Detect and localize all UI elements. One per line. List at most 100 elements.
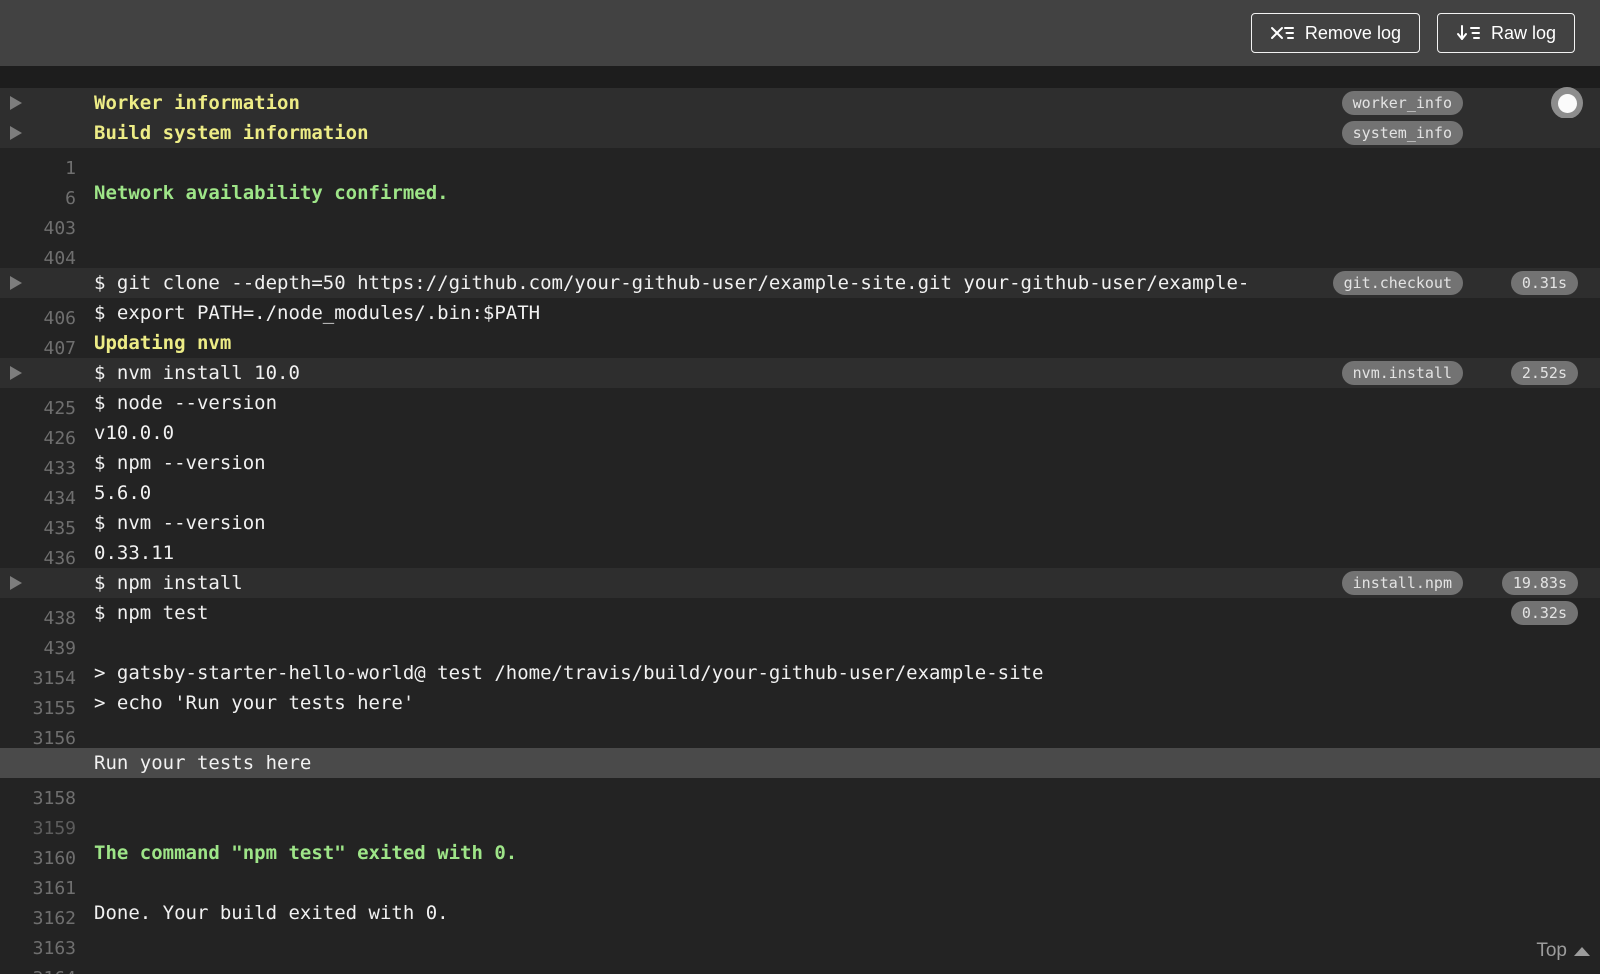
log-line: 3158 (0, 718, 1600, 809)
log-line: 1 Worker information worker_info (0, 87, 1600, 179)
log-line: 3155 (0, 628, 1600, 719)
log-line-text: > gatsby-starter-hello-world@ test /home… (94, 662, 1044, 684)
log-line-text: $ node --version (94, 392, 278, 414)
log-line: 3157 > echo 'Run your tests here' (0, 688, 1600, 779)
log-line-text: Network availability confirmed. (94, 182, 449, 204)
log-line: 3156 > gatsby-starter-hello-world@ test … (0, 658, 1600, 749)
log-line-text: $ npm --version (94, 452, 266, 474)
fold-name-badge: worker_info (1341, 91, 1463, 115)
log-line: 403 (0, 148, 1600, 239)
log-line: 3161 (0, 808, 1600, 899)
log-line-text: Updating nvm (94, 332, 232, 354)
log-line: 433 $ node --version (0, 388, 1600, 479)
log-line-gutter: 404 (0, 178, 76, 269)
scroll-to-top-link[interactable]: Top (1536, 940, 1590, 962)
fold-name-badge: git.checkout (1332, 271, 1463, 295)
log-line-text: $ export PATH=./node_modules/.bin:$PATH (94, 302, 541, 324)
log-line-gutter: 3162 (0, 838, 76, 929)
log-line-gutter: 3160 (0, 778, 76, 869)
log-line-gutter: 3161 (0, 808, 76, 899)
log-line-gutter: 3156 (0, 658, 76, 749)
log-line: 3154 $ npm test 0.32s (0, 598, 1600, 689)
log-line: 407 $ git clone --depth=50 https://githu… (0, 268, 1600, 359)
log-line: 3159 Run your tests here (0, 748, 1600, 839)
remove-log-button[interactable]: Remove log (1250, 13, 1420, 53)
log-line: 438 0.33.11 (0, 538, 1600, 629)
log-line-gutter: 426 (0, 358, 76, 449)
top-link-label: Top (1536, 940, 1567, 961)
fold-toggle-icon[interactable] (10, 276, 22, 290)
log-line: 3160 (0, 778, 1600, 869)
log-line-gutter: 3157 (0, 688, 76, 779)
log-line-gutter: 3159 (0, 748, 76, 839)
log-line-text: Run your tests here (94, 752, 312, 774)
fold-toggle-icon[interactable] (10, 576, 22, 590)
fold-name-badge: system_info (1341, 121, 1463, 145)
log-line: 436 5.6.0 (0, 478, 1600, 569)
fold-toggle-icon[interactable] (10, 126, 22, 140)
triangle-up-icon (1574, 946, 1590, 956)
fold-toggle-icon[interactable] (10, 366, 22, 380)
remove-log-icon (1270, 24, 1294, 42)
duration-badge: 0.32s (1510, 601, 1578, 625)
log-line-gutter: 3164 (0, 898, 76, 974)
log-line-text: 0.33.11 (94, 542, 175, 564)
log-line-text: $ nvm --version (94, 512, 266, 534)
log-line: 3164 Done. Your build exited with 0. (0, 898, 1600, 974)
raw-log-icon (1456, 24, 1480, 42)
duration-badge: 19.83s (1501, 571, 1578, 595)
log-line-gutter: 438 (0, 538, 76, 629)
log-line-text: $ npm test (94, 602, 209, 624)
log-line-gutter: 436 (0, 478, 76, 569)
log-line-gutter: 425 (0, 328, 76, 419)
log-line-gutter: 437 (0, 508, 76, 599)
log-line: 424 $ export PATH=./node_modules/.bin:$P… (0, 298, 1600, 389)
log-line-gutter: 407 (0, 268, 76, 359)
log-line-gutter: 435 (0, 448, 76, 539)
log-line-text: v10.0.0 (94, 422, 175, 444)
log-line: 434 v10.0.0 (0, 418, 1600, 509)
log-line-text: 5.6.0 (94, 482, 152, 504)
log-line: 437 $ nvm --version (0, 508, 1600, 599)
log-line: 3163 (0, 868, 1600, 959)
log-line-gutter: 433 (0, 388, 76, 479)
log-line: 405 (0, 208, 1600, 299)
log-line-gutter: 434 (0, 418, 76, 509)
log-line: 3162 The command "npm test" exited with … (0, 838, 1600, 929)
log-line-text: The command "npm test" exited with 0. (94, 842, 518, 864)
log-line-gutter: 3155 (0, 628, 76, 719)
duration-badge: 2.52s (1510, 361, 1578, 385)
log-position-indicator-icon (1551, 87, 1583, 119)
log-line-gutter: 3154 (0, 598, 76, 689)
fold-toggle-icon[interactable] (10, 96, 22, 110)
log-line: 404 Network availability confirmed. (0, 178, 1600, 269)
log-toolbar: Remove log Raw log (0, 0, 1600, 66)
log-line-gutter: 406 (0, 238, 76, 329)
line-number[interactable]: 3164 (0, 964, 76, 974)
log-line: 6 Build system information system_info (0, 118, 1600, 209)
log-line-text: > echo 'Run your tests here' (94, 692, 415, 714)
log-line-gutter: 6 (0, 118, 76, 209)
log-line-gutter: 403 (0, 148, 76, 239)
log-line: 435 $ npm --version (0, 448, 1600, 539)
duration-badge: 0.31s (1510, 271, 1578, 295)
raw-log-label: Raw log (1490, 22, 1556, 43)
log-line-gutter: 405 (0, 208, 76, 299)
log-line: 439 $ npm install install.npm 19.83s (0, 568, 1600, 659)
fold-name-badge: install.npm (1341, 571, 1463, 595)
raw-log-button[interactable]: Raw log (1436, 13, 1575, 53)
log-panel-top-strip (0, 66, 1600, 88)
build-log: 1 Worker information worker_info 6 Build… (0, 87, 1600, 974)
log-line-gutter: 3158 (0, 718, 76, 809)
log-line: 406 (0, 238, 1600, 329)
log-line-gutter: 3163 (0, 868, 76, 959)
log-line: 425 Updating nvm (0, 328, 1600, 419)
log-line-gutter: 424 (0, 298, 76, 389)
log-line: 426 $ nvm install 10.0 nvm.install 2.52s (0, 358, 1600, 449)
log-line-gutter: 1 (0, 88, 76, 179)
log-line-gutter: 439 (0, 568, 76, 659)
log-line-text: Done. Your build exited with 0. (94, 902, 449, 924)
log-footer: Top (0, 928, 1600, 974)
remove-log-label: Remove log (1304, 22, 1401, 43)
fold-name-badge: nvm.install (1341, 361, 1463, 385)
